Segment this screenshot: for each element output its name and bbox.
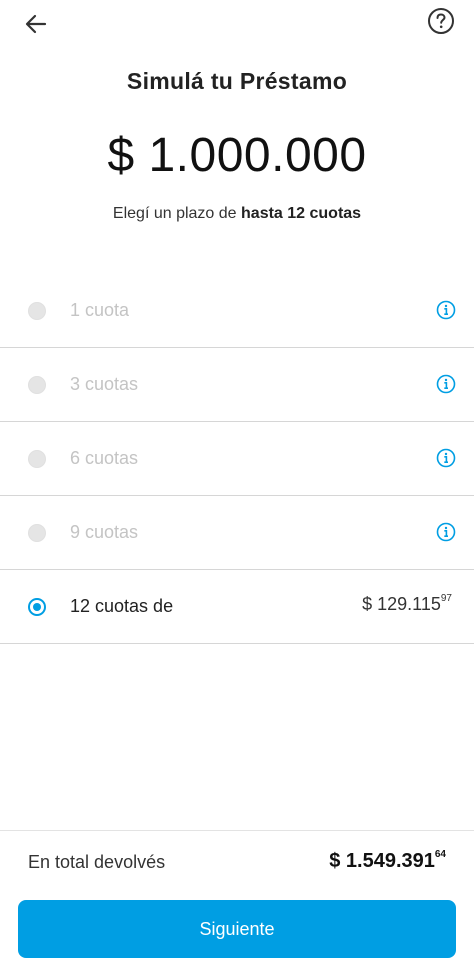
next-button[interactable]: Siguiente [18,900,456,958]
top-bar [0,0,474,48]
info-icon[interactable] [436,300,456,320]
help-button[interactable] [426,6,456,36]
installment-price-main: $ 129.115 [362,594,441,614]
total-value-cents: 64 [434,849,446,861]
option-label: 12 cuotas de [70,596,174,616]
option-3-cuotas[interactable]: 3 cuotas [0,348,474,422]
radio-button[interactable] [28,376,46,394]
installment-price: $ 129.11597 [362,593,452,615]
term-subtitle-bold: hasta 12 cuotas [241,205,362,222]
total-value: $ 1.549.39164 [329,849,446,873]
back-button[interactable] [20,8,52,40]
option-9-cuotas[interactable]: 9 cuotas [0,496,474,570]
term-subtitle: Elegí un plazo de hasta 12 cuotas [0,205,474,223]
total-label: En total devolvés [28,852,166,872]
option-label: 1 cuota [70,300,130,320]
question-circle-icon [428,8,454,34]
option-12-cuotas[interactable]: 12 cuotas de $ 129.11597 [0,570,474,644]
info-icon[interactable] [436,448,456,468]
arrow-left-icon [25,14,47,34]
footer-divider [0,830,474,831]
option-1-cuota[interactable]: 1 cuota [0,274,474,348]
installment-price-cents: 97 [440,593,452,604]
page-title: Simulá tu Préstamo [126,68,348,94]
info-icon[interactable] [436,522,456,542]
option-label: 6 cuotas [70,448,139,468]
total-value-main: $ 1.549.391 [329,850,435,872]
option-6-cuotas[interactable]: 6 cuotas [0,422,474,496]
radio-button[interactable] [28,450,46,468]
radio-button[interactable] [28,524,46,542]
installment-options: 1 cuota 3 cuotas 6 cuotas 9 cuotas 12 cu… [0,274,474,644]
term-subtitle-prefix: Elegí un plazo de [112,205,242,222]
radio-button[interactable] [28,302,46,320]
option-label: 3 cuotas [70,374,139,394]
loan-amount: $ 1.000.000 [107,129,367,182]
option-label: 9 cuotas [70,522,139,542]
radio-button-selected[interactable] [28,598,46,616]
info-icon[interactable] [436,374,456,394]
